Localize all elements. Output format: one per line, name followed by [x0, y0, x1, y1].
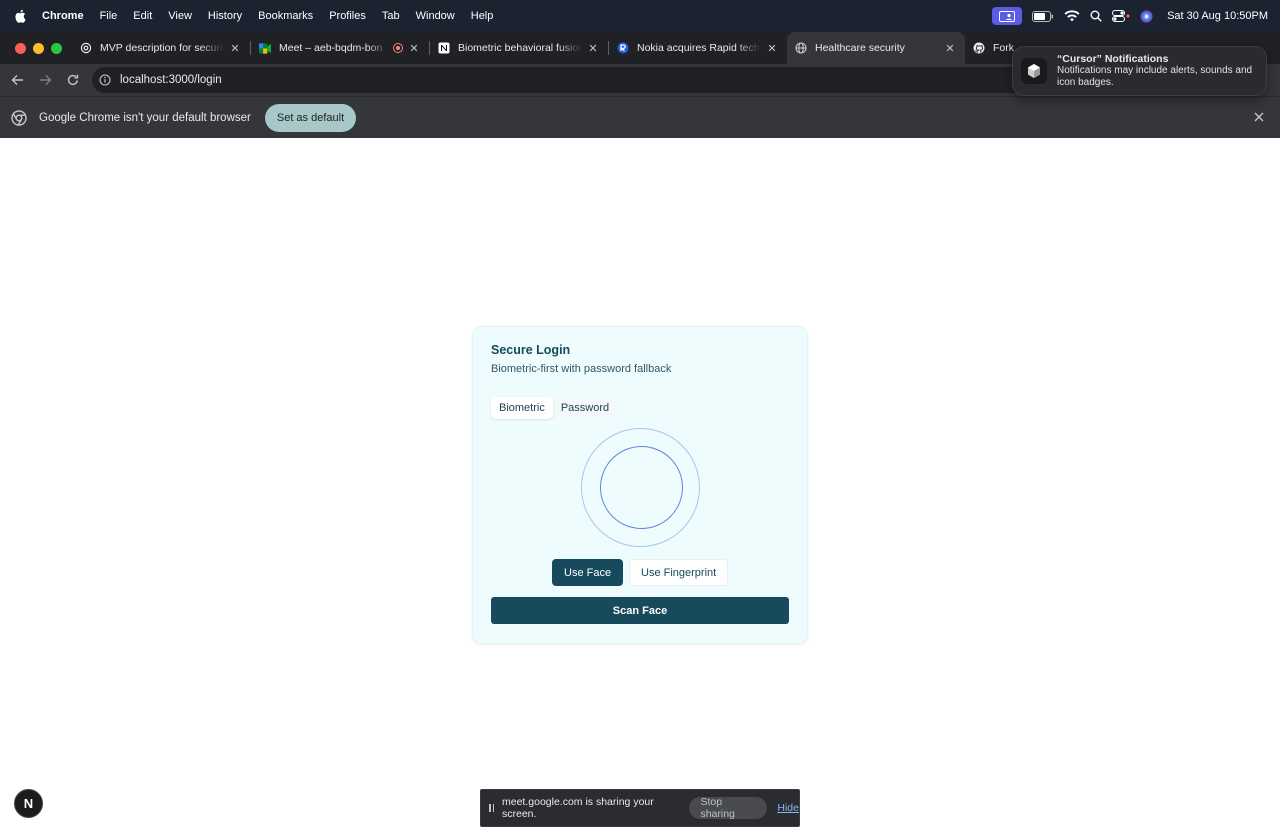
minimize-window-button[interactable]	[33, 42, 44, 54]
menu-profiles[interactable]: Profiles	[329, 10, 366, 22]
scan-face-button[interactable]: Scan Face	[491, 597, 789, 624]
menubar-clock[interactable]: Sat 30 Aug 10:50PM	[1167, 10, 1268, 22]
github-icon	[973, 42, 985, 54]
menubar-status-area: Sat 30 Aug 10:50PM	[992, 0, 1268, 32]
menu-history[interactable]: History	[208, 10, 242, 22]
tab-nokia-rapid[interactable]: Nokia acquires Rapid technol ✕	[609, 32, 787, 64]
notification-text: “Cursor” Notifications Notifications may…	[1057, 53, 1266, 89]
close-infobar-icon[interactable]	[1252, 110, 1266, 124]
screen-sharing-bar: meet.google.com is sharing your screen. …	[480, 789, 800, 827]
tab-google-meet[interactable]: Meet – aeb-bqdm-bon ✕	[251, 32, 429, 64]
battery-icon[interactable]	[1032, 10, 1054, 22]
default-browser-infobar: Google Chrome isn't your default browser…	[0, 96, 1280, 138]
google-meet-icon	[259, 42, 271, 54]
notification-body: Notifications may include alerts, sounds…	[1057, 65, 1253, 88]
wifi-icon[interactable]	[1064, 10, 1080, 22]
macos-menu-bar: Chrome File Edit View History Bookmarks …	[0, 0, 1280, 32]
use-face-button[interactable]: Use Face	[552, 559, 624, 586]
notion-icon	[438, 42, 450, 54]
tab-password[interactable]: Password	[553, 397, 617, 419]
reload-button[interactable]	[60, 67, 86, 93]
drag-handle-icon[interactable]	[489, 804, 494, 812]
screen-sharing-icon[interactable]	[992, 7, 1023, 25]
cursor-app-icon	[1021, 58, 1047, 84]
tab-title: Biometric behavioral fusion	[458, 42, 582, 54]
infobar-message: Google Chrome isn't your default browser	[39, 111, 251, 124]
window-controls	[15, 42, 62, 54]
openai-icon	[80, 42, 92, 54]
rapid-icon	[617, 42, 629, 54]
menu-file[interactable]: File	[100, 10, 118, 22]
control-center-icon[interactable]	[1112, 10, 1130, 22]
nextjs-dev-indicator[interactable]: N	[14, 789, 43, 818]
tab-title: Nokia acquires Rapid technol	[637, 42, 761, 54]
site-info-icon[interactable]	[98, 73, 112, 87]
close-tab-icon[interactable]: ✕	[765, 41, 779, 55]
stop-sharing-button[interactable]: Stop sharing	[689, 796, 768, 820]
tab-healthcare-security[interactable]: Healthcare security ✕	[787, 32, 965, 64]
tab-title: MVP description for security	[100, 42, 224, 54]
globe-icon	[795, 42, 807, 54]
close-notification-icon[interactable]	[1250, 45, 1260, 55]
menu-help[interactable]: Help	[471, 10, 494, 22]
login-method-tabs: Biometric Password	[491, 397, 618, 419]
login-subtitle: Biometric-first with password fallback	[491, 363, 672, 375]
secure-login-card: Secure Login Biometric-first with passwo…	[472, 326, 808, 644]
close-tab-icon[interactable]: ✕	[943, 41, 957, 55]
chrome-logo-icon	[11, 109, 27, 126]
menu-app-chrome[interactable]: Chrome	[42, 10, 84, 22]
close-window-button[interactable]	[15, 42, 26, 54]
menu-bookmarks[interactable]: Bookmarks	[258, 10, 313, 22]
address-bar-url: localhost:3000/login	[120, 74, 222, 86]
recording-icon	[393, 43, 403, 53]
forward-button[interactable]	[32, 67, 58, 93]
notification-title: “Cursor” Notifications	[1057, 53, 1169, 65]
tab-mvp-description[interactable]: MVP description for security ✕	[72, 32, 250, 64]
menu-edit[interactable]: Edit	[133, 10, 152, 22]
menu-window[interactable]: Window	[416, 10, 455, 22]
hide-sharing-bar-link[interactable]: Hide	[777, 802, 799, 814]
screen-sharing-message: meet.google.com is sharing your screen.	[502, 796, 654, 820]
close-tab-icon[interactable]: ✕	[586, 41, 600, 55]
close-tab-icon[interactable]: ✕	[407, 41, 421, 55]
siri-icon[interactable]	[1140, 10, 1153, 23]
menu-tab[interactable]: Tab	[382, 10, 400, 22]
tab-title: Meet – aeb-bqdm-bon	[279, 42, 383, 54]
tab-biometric[interactable]: Biometric	[491, 397, 553, 419]
menu-view[interactable]: View	[168, 10, 192, 22]
apple-icon[interactable]	[14, 8, 28, 24]
use-fingerprint-button[interactable]: Use Fingerprint	[629, 559, 729, 586]
back-button[interactable]	[4, 67, 30, 93]
tab-biometric-fusion[interactable]: Biometric behavioral fusion ✕	[430, 32, 608, 64]
login-title: Secure Login	[491, 343, 571, 357]
fullscreen-window-button[interactable]	[51, 42, 62, 54]
close-tab-icon[interactable]: ✕	[228, 41, 242, 55]
set-as-default-button[interactable]: Set as default	[264, 103, 357, 132]
cursor-notification[interactable]: “Cursor” Notifications Notifications may…	[1012, 46, 1267, 96]
spotlight-search-icon[interactable]	[1090, 10, 1102, 22]
face-scan-inner-ring	[600, 446, 683, 529]
tab-title: Healthcare security	[815, 42, 905, 54]
